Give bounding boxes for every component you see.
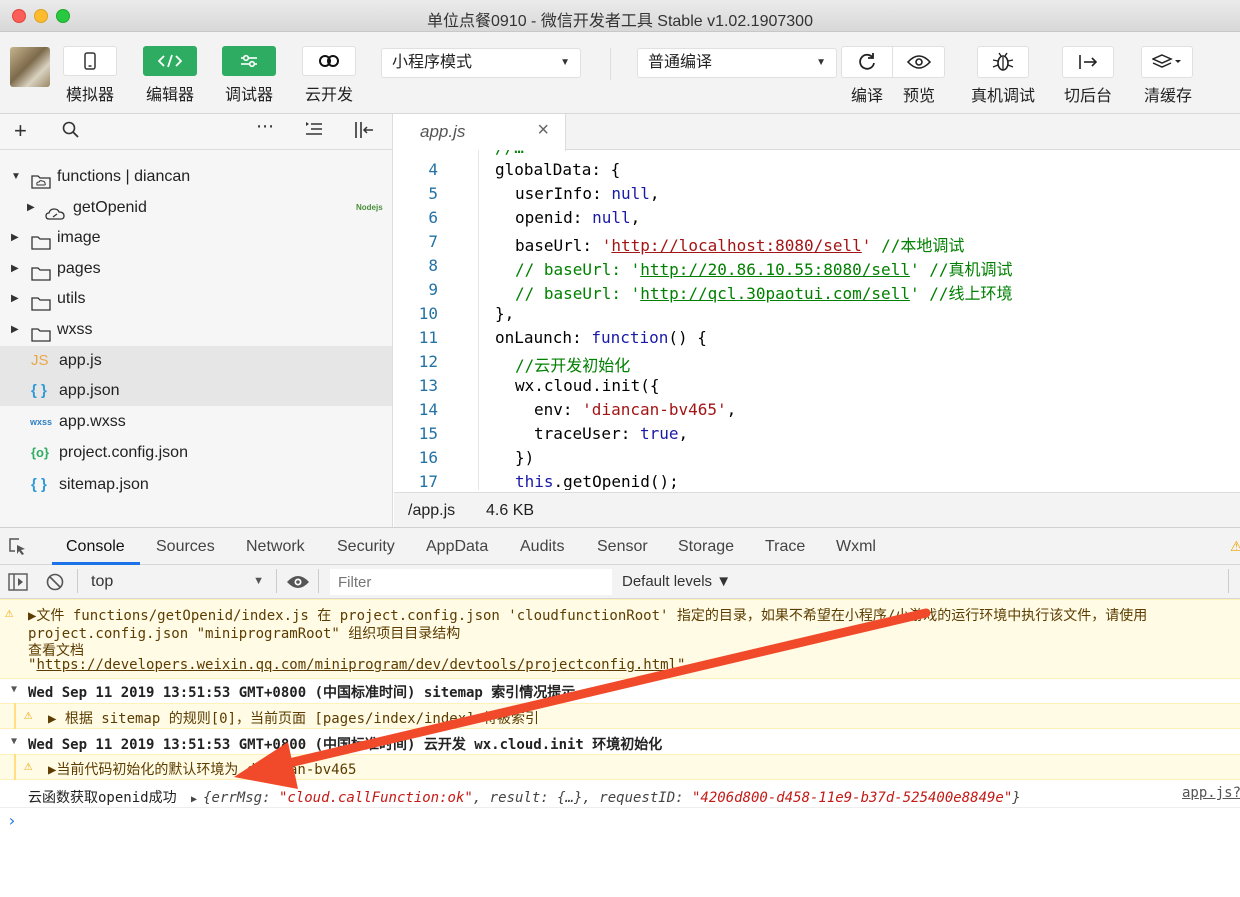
annotation-arrow [234, 608, 931, 789]
